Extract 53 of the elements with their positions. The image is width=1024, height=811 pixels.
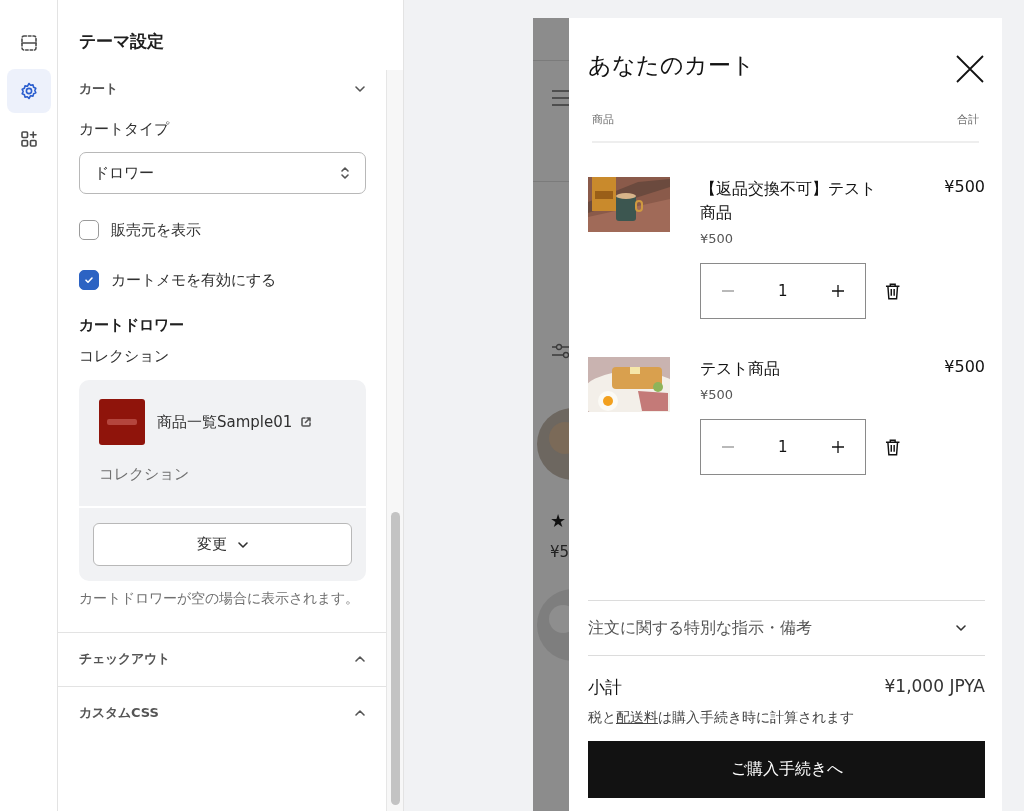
column-header: 商品 xyxy=(592,112,614,127)
unit-price: ¥500 xyxy=(700,230,735,246)
plus-icon[interactable] xyxy=(830,284,845,298)
change-button[interactable]: 変更 xyxy=(93,523,352,566)
apps-icon xyxy=(18,129,39,149)
scrollbar-thumb[interactable] xyxy=(391,512,400,805)
subheading: カートドロワー xyxy=(78,315,185,335)
updown-icon xyxy=(339,165,351,181)
line-total: ¥500 xyxy=(944,176,985,196)
help-text: カートドロワーが空の場合に表示されます。 xyxy=(78,589,360,608)
column-header: 合計 xyxy=(957,112,979,127)
collection-type: コレクション xyxy=(99,464,190,484)
quantity-stepper[interactable]: 1 xyxy=(700,419,866,475)
sections-icon xyxy=(18,33,39,53)
collection-link[interactable]: 商品一覧Sample01 xyxy=(157,412,293,432)
field-label: コレクション xyxy=(78,346,170,366)
close-icon[interactable] xyxy=(955,54,985,84)
line-total: ¥500 xyxy=(944,356,985,376)
checkbox[interactable] xyxy=(79,220,99,240)
menu-icon[interactable] xyxy=(551,89,569,107)
filter-icon[interactable] xyxy=(551,342,569,360)
field-label: カートタイプ xyxy=(78,119,171,139)
quantity-value: 1 xyxy=(778,282,788,300)
chevron-icon[interactable] xyxy=(354,83,366,95)
subtotal-value: ¥1,000 JPYA xyxy=(884,676,985,698)
unit-price: ¥500 xyxy=(700,386,735,402)
cart-type-select[interactable]: ドロワー xyxy=(79,152,366,194)
quantity-stepper[interactable]: 1 xyxy=(700,263,866,319)
subtotal-label: 小計 xyxy=(588,676,622,699)
product-price: ¥5 xyxy=(549,542,569,561)
external-link-icon[interactable] xyxy=(300,416,313,428)
product-name[interactable]: 【返品交換不可】テスト商品 xyxy=(700,175,890,225)
section-heading: チェックアウト xyxy=(79,650,170,669)
checkbox-label: カートメモを有効にする xyxy=(111,270,276,290)
shipping-link[interactable]: 配送料 xyxy=(616,709,658,725)
product-name[interactable]: テスト商品 xyxy=(700,355,890,381)
section-heading: カート xyxy=(79,80,118,98)
trash-icon[interactable] xyxy=(884,282,900,300)
checkbox[interactable] xyxy=(79,270,99,290)
checkout-button[interactable]: ご購入手続きへ xyxy=(588,741,985,798)
quantity-value: 1 xyxy=(778,438,788,456)
panel-title: テーマ設定 xyxy=(78,30,165,53)
drawer-title: あなたのカート xyxy=(588,50,755,80)
section-heading: カスタムCSS xyxy=(79,704,159,723)
checkbox-label: 販売元を表示 xyxy=(111,220,201,240)
star-icon: ★ xyxy=(533,480,569,531)
plus-icon[interactable] xyxy=(830,440,845,454)
order-note-toggle[interactable]: 注文に関する特別な指示・備考 xyxy=(588,600,985,656)
tax-note: 税と配送料は購入手続き時に計算されます xyxy=(588,708,855,727)
sidebar-tab[interactable] xyxy=(6,69,51,113)
trash-icon[interactable] xyxy=(884,438,900,456)
settings-icon xyxy=(18,81,39,101)
check-icon xyxy=(84,275,94,285)
